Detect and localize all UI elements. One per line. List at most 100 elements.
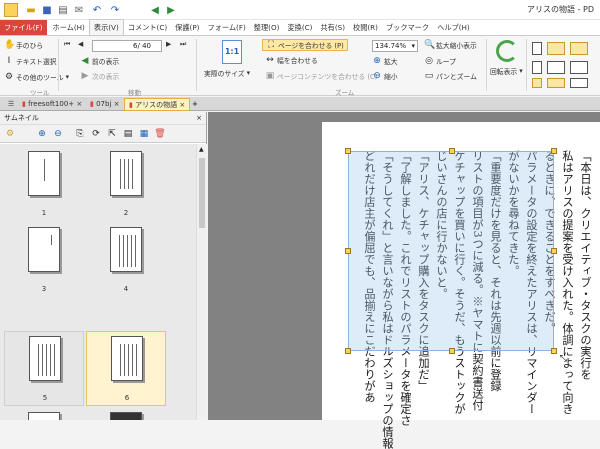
tools-icon: ⚙ — [4, 72, 14, 82]
zoom-select[interactable]: 134.74% ▾ — [372, 40, 418, 52]
save-icon[interactable]: ■ — [40, 3, 54, 17]
rotate-page-icon[interactable]: ⟳ — [90, 128, 102, 140]
mail-icon[interactable]: ✉ — [72, 3, 86, 17]
extract-page-icon[interactable]: ⇱ — [106, 128, 118, 140]
close-panel-icon[interactable]: × — [196, 112, 202, 125]
page-thumbnail — [110, 151, 142, 196]
tab-list-icon[interactable]: ☰ — [4, 98, 18, 111]
fit-content-button[interactable]: ▣ ページコンテンツを合わせる (C) — [265, 71, 378, 81]
thumbnail-page-7[interactable] — [4, 408, 84, 420]
menu-comment[interactable]: コメント(C) — [124, 20, 171, 35]
ribbon: ✋ 手のひら Ⅰ テキスト選択 ⚙ その他のツール ▾ ツール ⏮ ◀ 6/ 40 ▶ … — [0, 36, 600, 97]
two-page-icon[interactable] — [547, 42, 565, 55]
last-page-icon[interactable]: ⏭ — [180, 40, 186, 49]
panel-header: サムネイル × — [0, 112, 206, 125]
folder-icon[interactable]: ▬ — [24, 3, 38, 17]
zoom-out-thumb-icon[interactable]: ⊖ — [52, 128, 64, 140]
menu-form[interactable]: フォーム(F) — [204, 20, 250, 35]
hand-tool-button[interactable]: ✋ 手のひら — [4, 40, 43, 50]
close-icon[interactable]: × — [76, 100, 82, 108]
resize-handle[interactable] — [551, 148, 557, 154]
tab-alice-story[interactable]: ▮ アリスの物語 × — [124, 98, 191, 111]
forward-icon[interactable]: ▶ — [164, 3, 178, 17]
delete-page-icon[interactable]: 🗑 — [154, 128, 166, 140]
two-continuous-icon[interactable] — [547, 61, 565, 74]
resize-handle[interactable] — [345, 248, 351, 254]
resize-handle[interactable] — [449, 148, 455, 154]
single-page-icon[interactable] — [532, 42, 542, 55]
fit-width-button[interactable]: ↔ 幅を合わせる — [265, 55, 318, 65]
new-tab-icon[interactable]: + — [188, 98, 202, 111]
next-page-icon[interactable]: ▶ — [166, 40, 171, 48]
app-logo-icon — [4, 3, 18, 17]
first-page-icon[interactable]: ⏮ — [64, 40, 70, 49]
continuous-icon[interactable] — [532, 61, 542, 74]
thumbnail-page-6[interactable]: 6 — [86, 331, 166, 406]
actual-size-button[interactable]: 実際のサイズ ▾ — [204, 68, 250, 78]
rotate-icon[interactable] — [496, 40, 518, 62]
redo-icon[interactable]: ↷ — [108, 3, 122, 17]
two-page-cover-icon[interactable] — [570, 42, 588, 55]
scrollbar-thumb[interactable] — [199, 158, 205, 228]
tab-freesoft[interactable]: ▮ freesoft100+ × — [18, 98, 86, 111]
page-number-input[interactable]: 6/ 40 — [92, 40, 162, 52]
thumbnail-page-5[interactable]: 5 — [4, 331, 84, 406]
insert-page-icon[interactable]: ⎘ — [74, 128, 86, 140]
resize-handle[interactable] — [551, 348, 557, 354]
actual-size-icon[interactable]: 1:1 — [222, 40, 242, 64]
next-view-button[interactable]: ▶ 次の表示 — [80, 71, 120, 81]
menu-convert[interactable]: 変換(C) — [283, 20, 316, 35]
split-view-icon[interactable] — [532, 78, 542, 88]
zoom-in-thumb-icon[interactable]: ⊕ — [36, 128, 48, 140]
resize-handle[interactable] — [551, 248, 557, 254]
close-icon[interactable]: × — [179, 101, 185, 109]
text-cursor-icon: Ⅰ — [7, 56, 11, 66]
menu-help[interactable]: ヘルプ(H) — [433, 20, 474, 35]
print-page-icon[interactable]: ▤ — [122, 128, 134, 140]
previous-view-button[interactable]: ◀ 前の表示 — [80, 56, 120, 66]
close-icon[interactable]: × — [114, 100, 120, 108]
menu-file[interactable]: ファイル(F) — [0, 20, 47, 35]
panel-title: サムネイル — [4, 114, 39, 122]
menu-organize[interactable]: 整理(O) — [250, 20, 284, 35]
menu-bookmark[interactable]: ブックマーク — [382, 20, 433, 35]
back-icon[interactable]: ◀ — [148, 3, 162, 17]
undo-icon[interactable]: ↶ — [90, 3, 104, 17]
resize-handle[interactable] — [345, 148, 351, 154]
zoom-out-button[interactable]: ⊖ 縮小 — [372, 71, 397, 81]
menu-home[interactable]: ホーム(H) — [49, 20, 89, 35]
print-icon[interactable]: ▤ — [56, 3, 70, 17]
thumbnail-page-4[interactable]: 4 — [86, 223, 166, 298]
resize-handle[interactable] — [449, 348, 455, 354]
loupe-button[interactable]: ◎ ループ — [424, 56, 456, 66]
full-screen-icon[interactable] — [570, 78, 588, 88]
resize-handle[interactable] — [345, 348, 351, 354]
group-label-tools: ツール — [30, 89, 50, 97]
thumbnail-page-1[interactable]: 1 — [4, 147, 84, 222]
thumbnail-list: 1 2 3 4 5 6 — [0, 144, 196, 420]
menu-share[interactable]: 共有(S) — [316, 20, 349, 35]
prev-page-icon[interactable]: ◀ — [78, 40, 83, 48]
pan-zoom-button[interactable]: ▭ パンとズーム — [424, 71, 477, 81]
fit-page-button[interactable]: ⛶ ページを合わせる (P) — [262, 39, 348, 51]
rotate-view-button[interactable]: 回転表示 ▾ — [490, 66, 523, 76]
thumbnail-scrollbar[interactable]: ▲ — [196, 144, 207, 420]
other-tools-button[interactable]: ⚙ その他のツール ▾ — [4, 72, 69, 82]
thumbnail-page-3[interactable]: 3 — [4, 223, 84, 298]
cover-continuous-icon[interactable] — [570, 61, 588, 74]
zoom-in-button[interactable]: ⊕ 拡大 — [372, 56, 397, 66]
options-gear-icon[interactable]: ⚙ — [4, 128, 16, 140]
zoom-in-icon: ⊕ — [373, 56, 381, 66]
magnifier-button[interactable]: 🔍 拡大縮小表示 — [424, 40, 477, 50]
thumbnail-page-2[interactable]: 2 — [86, 147, 166, 222]
selection-box[interactable]: ⤡ — [345, 148, 567, 364]
page-properties-icon[interactable]: ▦ — [138, 128, 150, 140]
menu-review[interactable]: 校閲(R) — [349, 20, 382, 35]
tab-07bj[interactable]: ▮ 07bj × — [86, 98, 124, 111]
thumbnail-page-8[interactable] — [86, 408, 166, 420]
reading-mode-icon[interactable] — [547, 78, 565, 88]
menu-view[interactable]: 表示(V) — [88, 19, 124, 35]
menu-protect[interactable]: 保護(P) — [171, 20, 203, 35]
scroll-up-icon[interactable]: ▲ — [199, 146, 204, 153]
text-select-button[interactable]: Ⅰ テキスト選択 — [4, 56, 57, 66]
